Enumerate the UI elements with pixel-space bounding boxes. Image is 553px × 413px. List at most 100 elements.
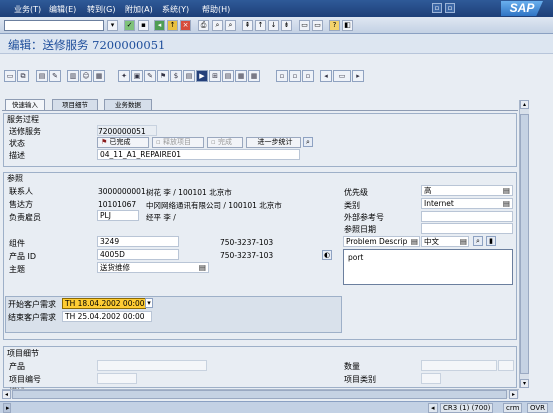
select-object-icon[interactable]: ▭	[333, 70, 351, 82]
next-page-icon[interactable]: ↓	[268, 20, 279, 31]
subject-dropdown-icon[interactable]: ▤	[199, 263, 206, 272]
texts-icon[interactable]: ✎	[144, 70, 156, 82]
menu-help[interactable]: 帮助(H)	[202, 4, 230, 15]
tab-quick-entry[interactable]: 快速输入	[5, 99, 45, 110]
start-date-picker-icon[interactable]: ▾	[145, 298, 153, 308]
first-page-icon[interactable]: ⇞	[242, 20, 253, 31]
end-request-field[interactable]: TH 25.04.2002 00:00	[62, 311, 152, 322]
description-field[interactable]: 04_11_A1_REPAIRE01	[97, 149, 300, 160]
status-message-icon[interactable]: ▸	[3, 403, 11, 413]
text-type-select[interactable]: Problem Descrip ▤	[343, 236, 420, 247]
partner-icon[interactable]: ☺	[80, 70, 92, 82]
horizontal-scrollbar[interactable]: ◂ ▸	[2, 389, 519, 399]
billing-icon[interactable]: ▤	[222, 70, 234, 82]
action-icon[interactable]: ✦	[118, 70, 130, 82]
category-field[interactable]: Internet ▤	[421, 198, 513, 209]
item-product-field[interactable]	[97, 360, 207, 371]
save-icon[interactable]: ▪	[138, 20, 149, 31]
hscroll-thumb[interactable]	[12, 390, 507, 399]
notes-icon[interactable]: ✎	[49, 70, 61, 82]
status-completed-button[interactable]: ⚑ 已完成	[97, 137, 149, 148]
scroll-down-icon[interactable]: ▾	[520, 379, 529, 388]
vertical-scrollbar[interactable]: ▴ ▾	[519, 100, 529, 388]
product-id-field[interactable]: 4005D	[97, 249, 179, 260]
ref-date-field[interactable]	[421, 223, 513, 234]
next-object-icon[interactable]: ▸	[352, 70, 364, 82]
exit-icon[interactable]: ↑	[167, 20, 178, 31]
menu-extras[interactable]: 附加(A)	[125, 4, 153, 15]
complete-button[interactable]: ▫ 完成	[207, 137, 243, 148]
item-category-field[interactable]	[421, 373, 441, 384]
release-item-button[interactable]: ▫ 释放项目	[152, 137, 204, 148]
text-search-icon[interactable]: ⌕	[473, 236, 483, 246]
status-icon[interactable]: ⚑	[157, 70, 169, 82]
language-dropdown-icon[interactable]: ▤	[460, 237, 467, 246]
new-session-icon[interactable]: ▭	[299, 20, 310, 31]
quantity-field[interactable]	[421, 360, 497, 371]
prev-page-icon[interactable]: ↑	[255, 20, 266, 31]
scroll-up-icon[interactable]: ▴	[520, 100, 529, 109]
start-request-field[interactable]: TH 18.04.2002 00:00	[62, 298, 146, 309]
text-type-dropdown-icon[interactable]: ▤	[411, 237, 418, 246]
output-icon[interactable]: ▦	[248, 70, 260, 82]
item-number-field[interactable]	[97, 373, 137, 384]
menu-goto[interactable]: 转到(G)	[87, 4, 115, 15]
print-icon[interactable]: ⎙	[198, 20, 209, 31]
language-select[interactable]: 中文 ▤	[421, 236, 469, 247]
layout-icon[interactable]: ◧	[342, 20, 353, 31]
tab-business-data[interactable]: 业务数据	[104, 99, 152, 110]
help-icon[interactable]: ?	[329, 20, 340, 31]
category-dropdown-icon[interactable]: ▤	[503, 199, 510, 208]
document-icon[interactable]: ▤	[36, 70, 48, 82]
shipping-icon[interactable]: ▤	[183, 70, 195, 82]
organization-icon[interactable]: ▦	[93, 70, 105, 82]
external-ref-field[interactable]	[421, 211, 513, 222]
dates-icon[interactable]: ▣	[131, 70, 143, 82]
text-delete-icon[interactable]: ▮	[486, 236, 496, 246]
tab-item-details[interactable]: 项目细节	[52, 99, 98, 110]
expand-icon[interactable]: ▫	[276, 70, 288, 82]
employee-field[interactable]: PLJ	[97, 210, 139, 221]
find-next-icon[interactable]: ⌕	[225, 20, 236, 31]
cancel-icon[interactable]: ×	[180, 20, 191, 31]
copy-icon[interactable]: ⧉	[17, 70, 29, 82]
menu-business[interactable]: 业务(T)	[14, 4, 41, 15]
scroll-thumb[interactable]	[520, 114, 529, 374]
text-preview-icon[interactable]: ◐	[322, 250, 332, 260]
window-icon-1[interactable]: ▫	[432, 3, 442, 13]
menu-system[interactable]: 系统(Y)	[162, 4, 189, 15]
scroll-right-icon[interactable]: ▸	[509, 390, 518, 399]
object-icon[interactable]: ▶	[196, 70, 208, 82]
enter-icon[interactable]: ✓	[124, 20, 135, 31]
status-mode[interactable]: OVR	[527, 403, 549, 413]
relations-icon[interactable]: ⊞	[209, 70, 221, 82]
scroll-left-icon[interactable]: ◂	[2, 390, 11, 399]
appointment-icon[interactable]: ▦	[235, 70, 247, 82]
status-system[interactable]: CR3 (1) (700)	[440, 403, 494, 413]
prices-icon[interactable]: $	[170, 70, 182, 82]
find-icon[interactable]: ⌕	[212, 20, 223, 31]
menu-edit[interactable]: 编辑(E)	[49, 4, 76, 15]
detail-icon[interactable]: ▫	[302, 70, 314, 82]
shortcut-icon[interactable]: ▭	[312, 20, 323, 31]
component-field[interactable]: 3249	[97, 236, 179, 247]
collapse-icon[interactable]: ▫	[289, 70, 301, 82]
further-stats-button[interactable]: 进一步统计	[246, 137, 301, 148]
command-dropdown-icon[interactable]: ▾	[107, 20, 118, 31]
previous-object-icon[interactable]: ◂	[320, 70, 332, 82]
status-expand-icon[interactable]: ◂	[428, 403, 438, 413]
back-icon[interactable]: ◂	[154, 20, 165, 31]
last-page-icon[interactable]: ⇟	[281, 20, 292, 31]
command-field[interactable]	[4, 20, 104, 31]
priority-dropdown-icon[interactable]: ▤	[503, 186, 510, 195]
status-search-icon[interactable]: ⌕	[303, 137, 313, 147]
window-icon-2[interactable]: ▫	[445, 3, 455, 13]
priority-field[interactable]: 高 ▤	[421, 185, 513, 196]
header-icon[interactable]: ▥	[67, 70, 79, 82]
unit-field[interactable]	[498, 360, 514, 371]
display-change-icon[interactable]: ▭	[4, 70, 16, 82]
text-editor-area[interactable]: port	[343, 249, 513, 285]
subject-field[interactable]: 送货维修 ▤	[97, 262, 209, 273]
value-sold-to-text: 中冈网络通讯有限公司 / 100101 北京市	[146, 201, 282, 210]
service-number-field	[97, 125, 157, 136]
